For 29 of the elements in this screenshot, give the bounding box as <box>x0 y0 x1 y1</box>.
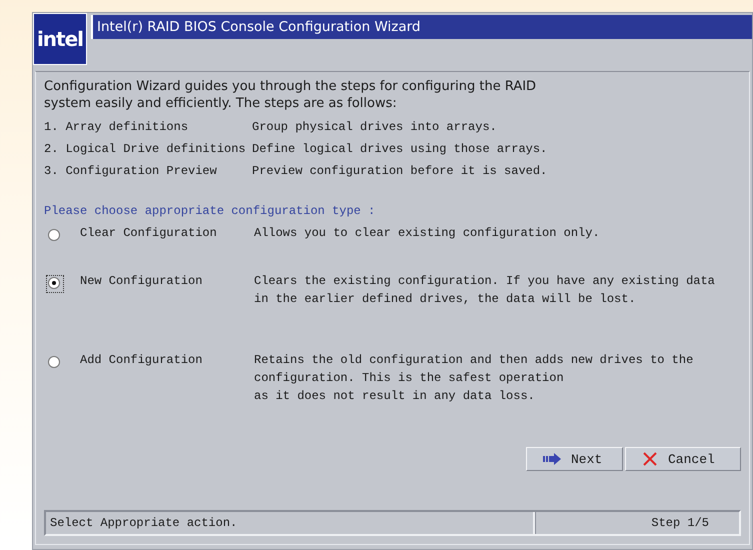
prompt-text: Please choose appropriate configuration type : <box>44 203 376 220</box>
option-label[interactable]: Clear Configuration <box>80 224 217 242</box>
step-name: 2. Logical Drive definitions <box>44 141 247 158</box>
option-label[interactable]: New Configuration <box>80 272 202 290</box>
option-description: configuration. This is the safest operation <box>254 370 565 387</box>
wizard-button[interactable]: Cancel <box>625 447 741 471</box>
step-name: 1. Array definitions <box>44 119 190 136</box>
intro-text: system easily and efficiently. The steps are as follows: <box>44 95 398 112</box>
option-description: Allows you to clear existing configuration only. <box>254 225 600 242</box>
step-description: Preview configuration before it is saved. <box>252 163 548 180</box>
window-title: Intel(r) RAID BIOS Console Configuration Wizard <box>91 15 752 39</box>
status-message: Select Appropriate action. <box>46 512 535 534</box>
step-indicator: Step 1/5 <box>535 512 739 534</box>
logo: intel <box>33 13 87 65</box>
step-description: Group physical drives into arrays. <box>252 119 497 136</box>
close-icon <box>642 451 658 467</box>
radio-button[interactable] <box>48 356 60 368</box>
wizard-button[interactable]: Next <box>526 447 623 471</box>
radio-button[interactable] <box>48 277 60 289</box>
option-label[interactable]: Add Configuration <box>80 351 202 369</box>
option-description: Retains the old configuration and then adds new drives to the <box>254 352 694 369</box>
option-description: in the earlier defined drives, the data will be lost. <box>254 291 637 308</box>
arrow-right-icon <box>543 453 561 465</box>
option-description: Clears the existing configuration. If you have any existing data <box>254 273 715 290</box>
step-name: 3. Configuration Preview <box>44 163 218 180</box>
intro-text: Configuration Wizard guides you through the steps for configuring the RAID <box>44 78 538 95</box>
option-description: as it does not result in any data loss. <box>254 388 536 405</box>
radio-button[interactable] <box>48 229 60 241</box>
step-description: Define logical drives using those arrays. <box>252 141 548 158</box>
